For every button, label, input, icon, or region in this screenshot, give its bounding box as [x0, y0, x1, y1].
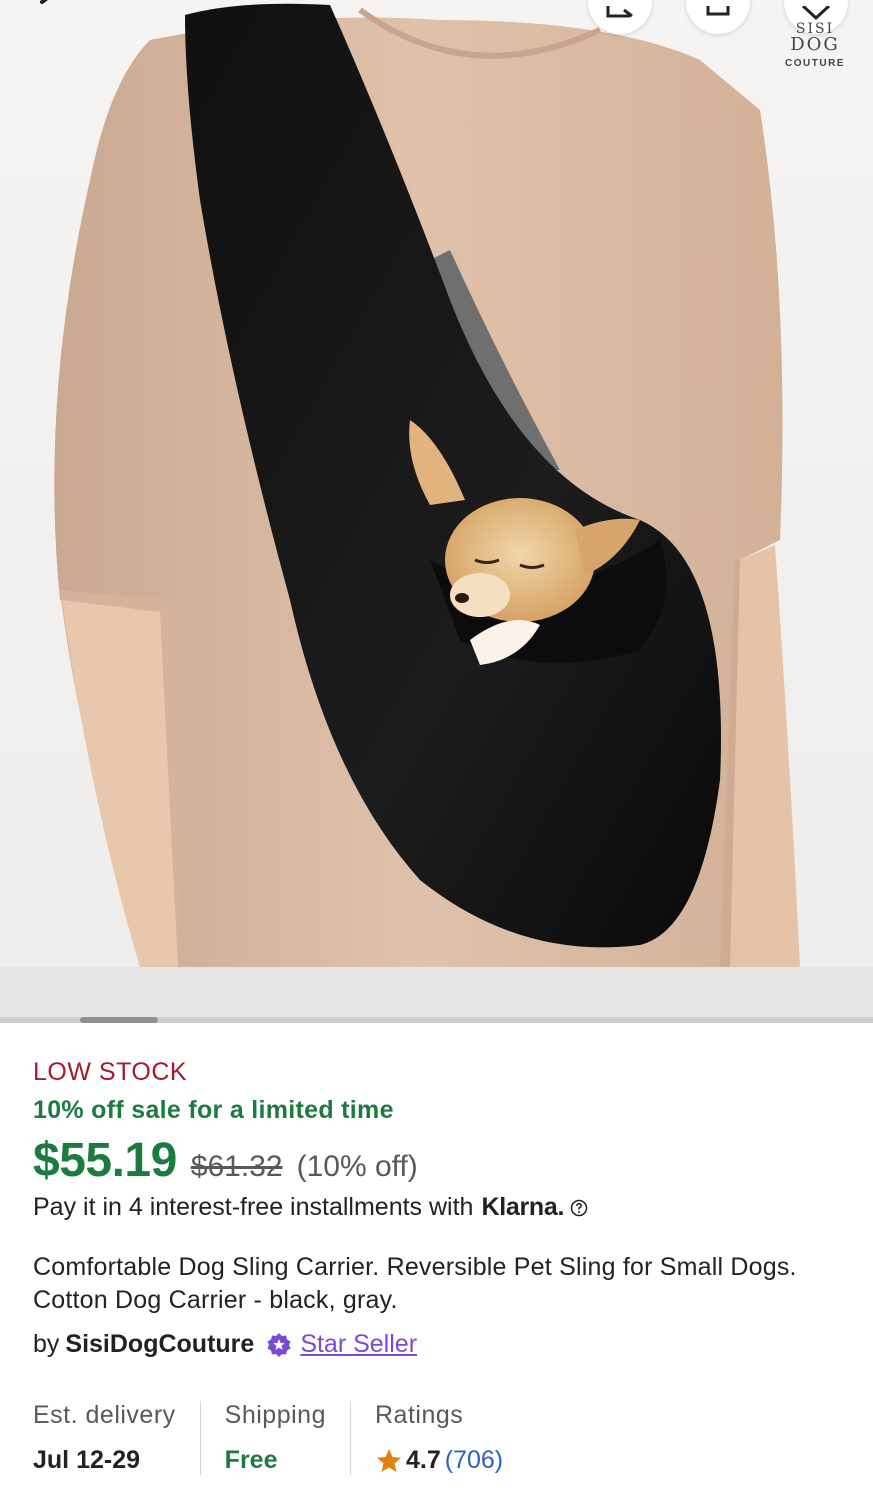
- star-icon: [376, 1448, 401, 1472]
- shipping-value: Free: [224, 1446, 278, 1474]
- shipping-label: Shipping: [224, 1401, 326, 1429]
- product-title: Comfortable Dog Sling Carrier. Reversibl…: [33, 1253, 797, 1314]
- cart-icon: [706, 6, 730, 16]
- brand-logo-line3: COUTURE: [785, 58, 845, 69]
- ratings-value: 4.7 (706): [375, 1446, 503, 1475]
- ratings-stat[interactable]: Ratings 4.7 (706): [349, 1401, 527, 1475]
- brand-logo: SISI DOG COUTURE: [783, 22, 847, 72]
- sale-banner: 10% off sale for a limited time: [33, 1096, 394, 1124]
- delivery-stat: Est. delivery Jul 12-29: [33, 1401, 200, 1475]
- delivery-value: Jul 12-29: [33, 1446, 141, 1474]
- rating-count-link[interactable]: (706): [445, 1446, 503, 1475]
- stats-row: Est. delivery Jul 12-29 Shipping Free Ra…: [33, 1401, 527, 1475]
- image-scrollbar[interactable]: [0, 1017, 873, 1023]
- original-price: $61.32: [190, 1150, 283, 1183]
- ratings-label: Ratings: [374, 1401, 464, 1429]
- thumbnail-strip[interactable]: [0, 967, 873, 1019]
- price-row: $55.19 $61.32 (10% off): [33, 1133, 418, 1188]
- installments-text: Pay it in 4 interest-free installments w…: [33, 1193, 474, 1221]
- product-image[interactable]: SISI DOG COUTURE: [0, 0, 873, 967]
- discount-label: (10% off): [296, 1150, 418, 1183]
- delivery-label: Est. delivery: [33, 1401, 176, 1429]
- rating-score: 4.7: [405, 1446, 441, 1474]
- installments-row: Pay it in 4 interest-free installments w…: [33, 1193, 588, 1222]
- scrollbar-thumb[interactable]: [80, 1017, 158, 1023]
- star-seller-link[interactable]: Star Seller: [300, 1330, 417, 1359]
- shipping-stat: Shipping Free: [199, 1401, 350, 1475]
- chevron-left-icon[interactable]: [30, 0, 70, 20]
- share-icon: [606, 6, 633, 18]
- seller-name-link[interactable]: SisiDogCouture: [65, 1330, 254, 1359]
- seller-prefix: by: [33, 1330, 60, 1358]
- star-badge-icon: [267, 1332, 291, 1357]
- question-circle-icon[interactable]: [570, 1199, 588, 1217]
- klarna-logo: Klarna.: [481, 1193, 565, 1221]
- brand-logo-line1: SISI: [795, 22, 835, 34]
- seller-row: by SisiDogCouture Star Seller: [33, 1330, 417, 1359]
- product-photo: [54, 3, 800, 967]
- brand-logo-line2: DOG: [790, 34, 840, 55]
- sale-price: $55.19: [33, 1134, 177, 1187]
- stock-status: LOW STOCK: [33, 1058, 188, 1086]
